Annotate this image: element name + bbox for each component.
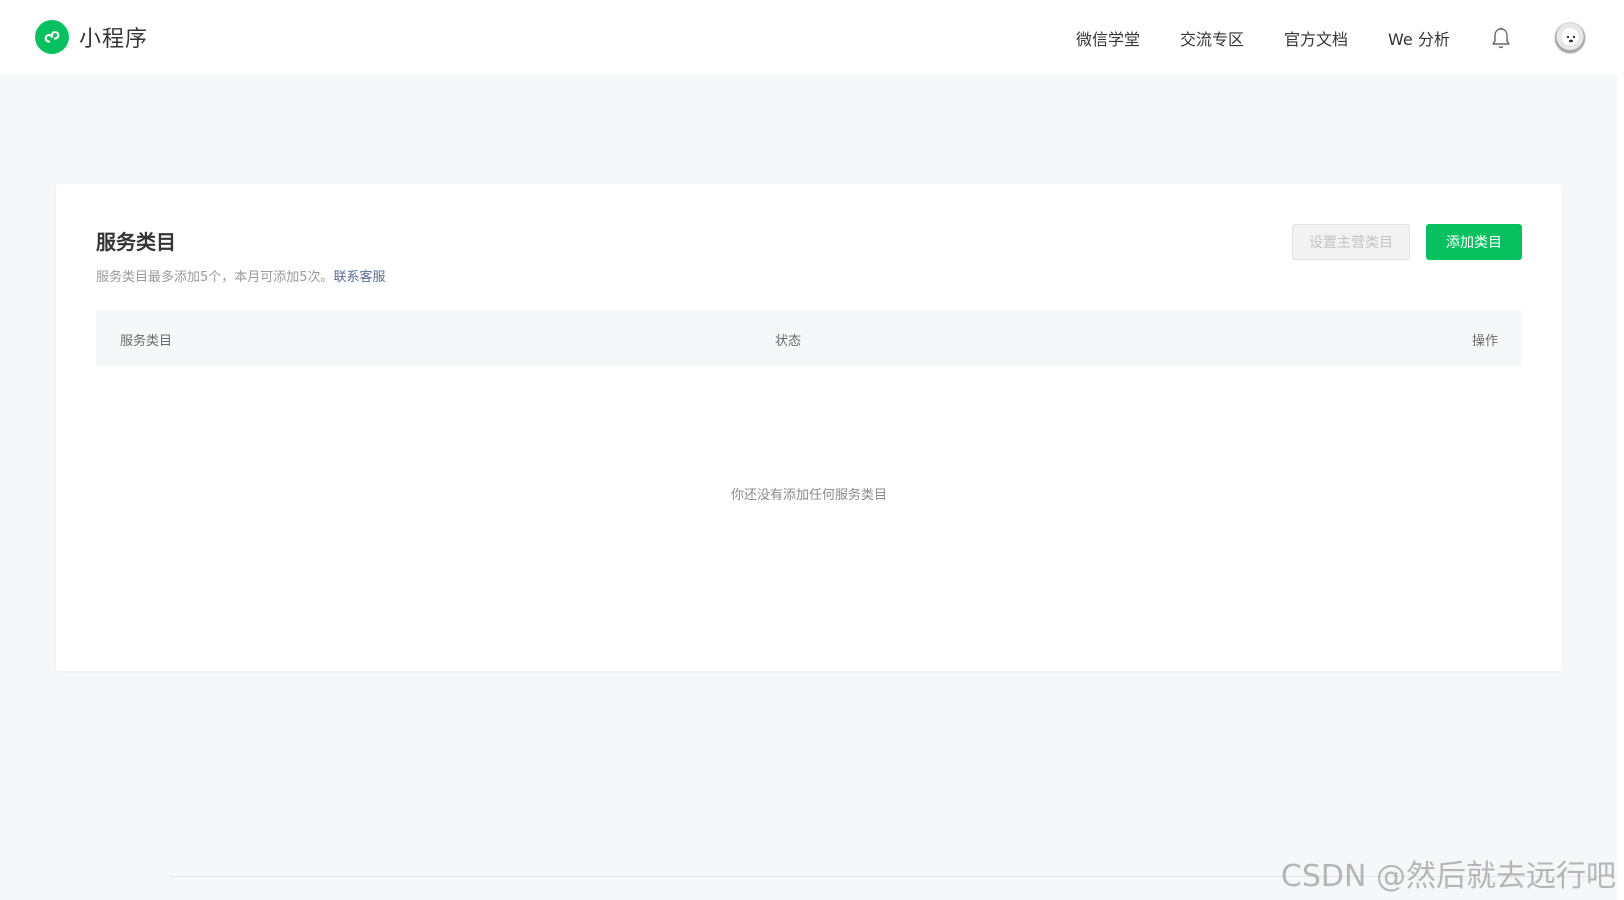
table-header: 服务类目 状态 操作 [96, 310, 1522, 366]
add-category-button[interactable]: 添加类目 [1426, 224, 1522, 260]
avatar-face-icon [1566, 35, 1576, 43]
top-navigation-bar: 小程序 微信学堂 交流专区 官方文档 We 分析 [0, 0, 1617, 75]
nav-official-docs[interactable]: 官方文档 [1284, 26, 1348, 50]
scrollbar-track[interactable] [1617, 0, 1624, 900]
user-avatar[interactable] [1554, 22, 1586, 54]
service-category-card: 服务类目 服务类目最多添加5个，本月可添加5次。联系客服 设置主营类目 添加类目… [56, 184, 1562, 671]
column-header-category: 服务类目 [120, 334, 173, 349]
column-header-actions: 操作 [1471, 334, 1498, 349]
contact-support-link[interactable]: 联系客服 [334, 270, 386, 285]
column-header-status: 状态 [775, 334, 802, 349]
description-text: 服务类目最多添加5个，本月可添加5次。 [96, 270, 334, 285]
app-name: 小程序 [79, 27, 149, 52]
nav-wechat-academy[interactable]: 微信学堂 [1076, 26, 1140, 50]
top-nav: 微信学堂 交流专区 官方文档 We 分析 [1076, 26, 1450, 50]
empty-state-text: 你还没有添加任何服务类目 [730, 488, 887, 503]
page-title: 服务类目 [96, 230, 176, 254]
watermark-text: CSDN @然后就去远行吧 [1280, 859, 1616, 894]
mini-program-logo-icon [35, 20, 69, 54]
card-description: 服务类目最多添加5个，本月可添加5次。联系客服 [96, 266, 386, 285]
brand-logo[interactable]: 小程序 [35, 20, 148, 54]
nav-community[interactable]: 交流专区 [1180, 26, 1244, 50]
nav-we-analytics[interactable]: We 分析 [1388, 26, 1450, 50]
bell-icon[interactable] [1490, 26, 1512, 50]
page: 小程序 微信学堂 交流专区 官方文档 We 分析 服务类目 服务类目最多添加5个… [0, 0, 1624, 900]
set-main-category-button[interactable]: 设置主营类目 [1292, 224, 1410, 260]
